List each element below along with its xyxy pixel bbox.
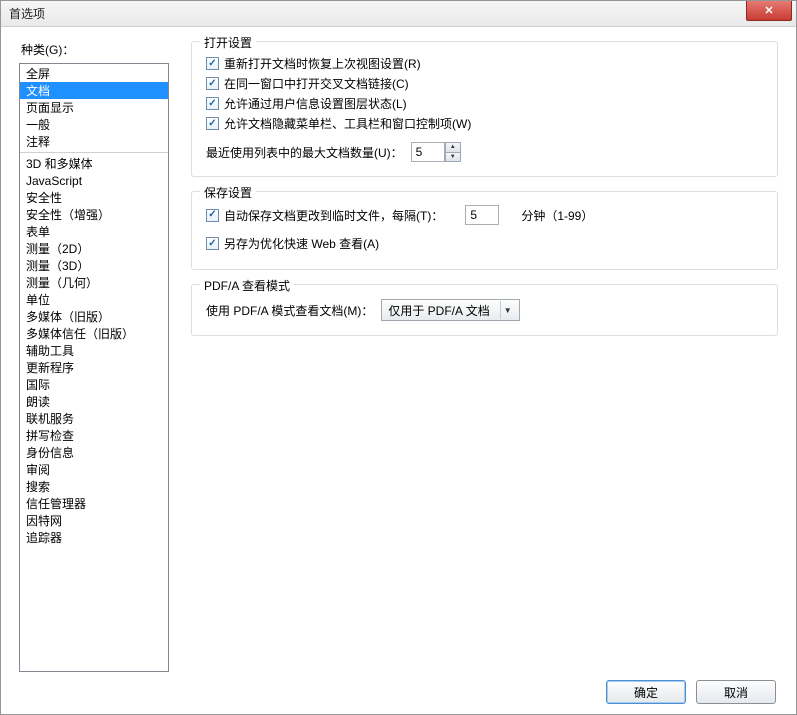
recent-count-down-button[interactable]: ▼	[445, 152, 461, 163]
layerstate-label: 允许通过用户信息设置图层状态(L)	[224, 95, 407, 112]
category-item[interactable]: 测量（2D）	[20, 240, 168, 257]
category-item[interactable]: 朗读	[20, 393, 168, 410]
pdfa-group: PDF/A 查看模式 使用 PDF/A 模式查看文档(M)： 仅用于 PDF/A…	[191, 284, 778, 336]
restore-view-checkbox[interactable]	[206, 57, 219, 70]
layerstate-row: 允许通过用户信息设置图层状态(L)	[206, 95, 763, 112]
fastweb-checkbox[interactable]	[206, 237, 219, 250]
category-item[interactable]: 更新程序	[20, 359, 168, 376]
button-bar: 确定 取消	[19, 672, 778, 704]
category-item[interactable]: 全屏	[20, 65, 168, 82]
category-item[interactable]: 安全性	[20, 189, 168, 206]
save-settings-legend: 保存设置	[200, 184, 256, 201]
category-item[interactable]: 联机服务	[20, 410, 168, 427]
recent-count-label: 最近使用列表中的最大文档数量(U)：	[206, 144, 403, 161]
chevron-down-icon: ▼	[500, 301, 515, 319]
category-label: 种类(G)：	[19, 41, 169, 58]
category-item[interactable]: 一般	[20, 116, 168, 133]
preferences-window: 首选项 ✕ 种类(G)： 全屏文档页面显示一般注释 3D 和多媒体JavaScri…	[0, 0, 797, 715]
pdfa-mode-selected: 仅用于 PDF/A 文档	[388, 302, 489, 319]
ok-button-label: 确定	[634, 684, 658, 701]
category-item[interactable]: 页面显示	[20, 99, 168, 116]
category-item[interactable]: JavaScript	[20, 172, 168, 189]
restore-view-label: 重新打开文档时恢复上次视图设置(R)	[224, 55, 421, 72]
recent-count-up-button[interactable]: ▲	[445, 142, 461, 152]
fastweb-row: 另存为优化快速 Web 查看(A)	[206, 235, 763, 252]
category-item[interactable]: 国际	[20, 376, 168, 393]
crossdoc-checkbox[interactable]	[206, 77, 219, 90]
close-icon: ✕	[764, 4, 773, 17]
category-item[interactable]: 多媒体（旧版）	[20, 308, 168, 325]
category-item[interactable]: 文档	[20, 82, 168, 99]
autosave-checkbox[interactable]	[206, 209, 219, 222]
recent-count-row: 最近使用列表中的最大文档数量(U)： ▲ ▼	[206, 142, 763, 162]
cancel-button[interactable]: 取消	[696, 680, 776, 704]
pdfa-mode-select[interactable]: 仅用于 PDF/A 文档 ▼	[381, 299, 519, 321]
autosave-suffix-label: 分钟（1-99）	[521, 207, 593, 224]
restore-view-row: 重新打开文档时恢复上次视图设置(R)	[206, 55, 763, 72]
category-item[interactable]: 追踪器	[20, 529, 168, 546]
autosave-label: 自动保存文档更改到临时文件，每隔(T)：	[224, 207, 443, 224]
autosave-interval-input[interactable]	[465, 205, 499, 225]
category-item[interactable]: 多媒体信任（旧版）	[20, 325, 168, 342]
recent-count-input[interactable]	[411, 142, 445, 162]
layerstate-checkbox[interactable]	[206, 97, 219, 110]
category-item[interactable]: 3D 和多媒体	[20, 155, 168, 172]
recent-count-spin-buttons: ▲ ▼	[445, 142, 461, 162]
settings-panel: 打开设置 重新打开文档时恢复上次视图设置(R) 在同一窗口中打开交叉文档链接(C…	[169, 41, 778, 672]
titlebar: 首选项 ✕	[1, 1, 796, 27]
dialog-body: 种类(G)： 全屏文档页面显示一般注释 3D 和多媒体JavaScript安全性安…	[1, 27, 796, 714]
open-settings-group: 打开设置 重新打开文档时恢复上次视图设置(R) 在同一窗口中打开交叉文档链接(C…	[191, 41, 778, 177]
fastweb-label: 另存为优化快速 Web 查看(A)	[224, 235, 379, 252]
category-item[interactable]: 辅助工具	[20, 342, 168, 359]
category-divider	[20, 152, 168, 153]
hideui-checkbox[interactable]	[206, 117, 219, 130]
category-column: 种类(G)： 全屏文档页面显示一般注释 3D 和多媒体JavaScript安全性安…	[19, 41, 169, 672]
hideui-label: 允许文档隐藏菜单栏、工具栏和窗口控制项(W)	[224, 115, 471, 132]
category-item[interactable]: 测量（几何）	[20, 274, 168, 291]
hideui-row: 允许文档隐藏菜单栏、工具栏和窗口控制项(W)	[206, 115, 763, 132]
category-item[interactable]: 表单	[20, 223, 168, 240]
autosave-row: 自动保存文档更改到临时文件，每隔(T)： 分钟（1-99）	[206, 205, 763, 225]
category-list[interactable]: 全屏文档页面显示一般注释 3D 和多媒体JavaScript安全性安全性（增强）表…	[19, 63, 169, 672]
crossdoc-label: 在同一窗口中打开交叉文档链接(C)	[224, 75, 409, 92]
category-item[interactable]: 身份信息	[20, 444, 168, 461]
category-item[interactable]: 注释	[20, 133, 168, 150]
pdfa-mode-row: 使用 PDF/A 模式查看文档(M)： 仅用于 PDF/A 文档 ▼	[206, 299, 763, 321]
category-item[interactable]: 测量（3D）	[20, 257, 168, 274]
main-area: 种类(G)： 全屏文档页面显示一般注释 3D 和多媒体JavaScript安全性安…	[19, 41, 778, 672]
close-button[interactable]: ✕	[746, 1, 792, 21]
category-item[interactable]: 拼写检查	[20, 427, 168, 444]
category-item[interactable]: 单位	[20, 291, 168, 308]
window-title: 首选项	[1, 5, 45, 22]
save-settings-group: 保存设置 自动保存文档更改到临时文件，每隔(T)： 分钟（1-99） 另存为优化…	[191, 191, 778, 270]
category-item[interactable]: 安全性（增强）	[20, 206, 168, 223]
pdfa-legend: PDF/A 查看模式	[200, 277, 294, 294]
pdfa-mode-label: 使用 PDF/A 模式查看文档(M)：	[206, 302, 373, 319]
ok-button[interactable]: 确定	[606, 680, 686, 704]
cancel-button-label: 取消	[724, 684, 748, 701]
crossdoc-row: 在同一窗口中打开交叉文档链接(C)	[206, 75, 763, 92]
open-settings-legend: 打开设置	[200, 34, 256, 51]
recent-count-spinner: ▲ ▼	[411, 142, 461, 162]
category-item[interactable]: 审阅	[20, 461, 168, 478]
category-item[interactable]: 搜索	[20, 478, 168, 495]
category-item[interactable]: 信任管理器	[20, 495, 168, 512]
category-item[interactable]: 因特网	[20, 512, 168, 529]
